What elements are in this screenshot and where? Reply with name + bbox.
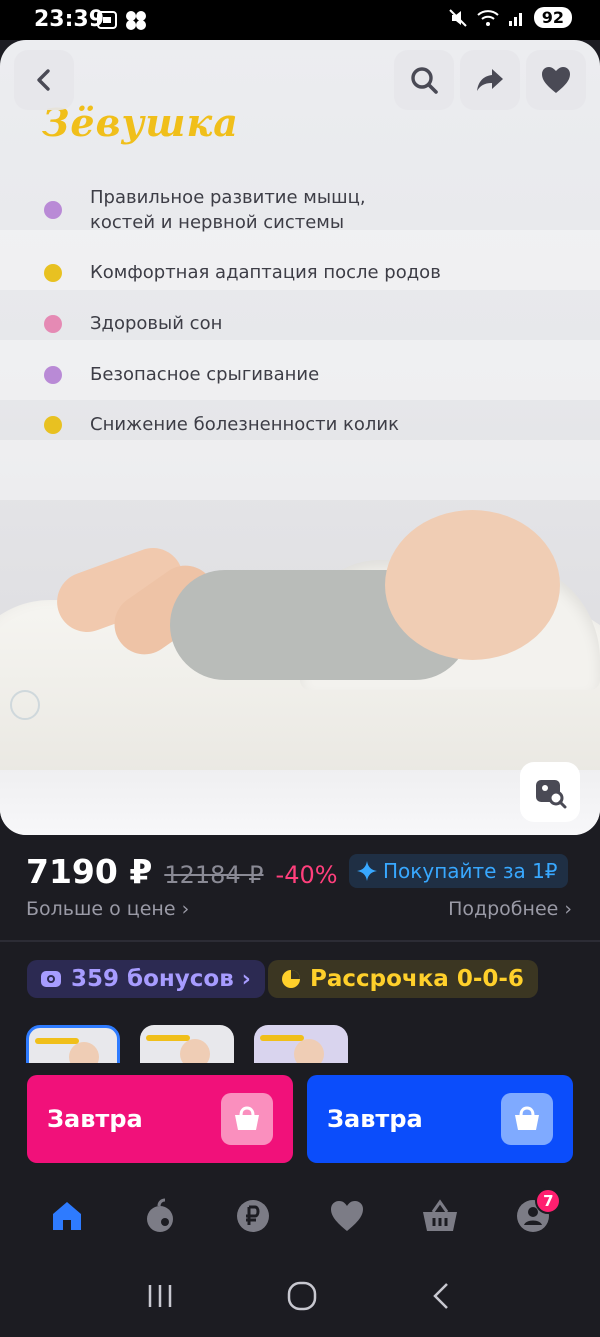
home-circle-icon[interactable] xyxy=(286,1280,318,1312)
thumbnail-baby xyxy=(180,1039,210,1063)
cta-label: Завтра xyxy=(47,1105,143,1133)
feature-item: Комфортная адаптация после родов xyxy=(44,260,504,285)
status-right: 92 xyxy=(448,7,572,28)
nav-ruble[interactable] xyxy=(223,1186,283,1246)
feature-item: Здоровый сон xyxy=(44,311,504,336)
details-label: Подробнее xyxy=(448,898,559,920)
buy-tomorrow-pink-button[interactable]: Завтра xyxy=(27,1075,293,1163)
catalog-icon xyxy=(146,1198,173,1232)
product-image[interactable]: Зёвушка Правильное развитие мышц, костей… xyxy=(0,40,600,835)
profile-badge: 7 xyxy=(535,1188,562,1214)
divider xyxy=(0,940,600,942)
basket-icon xyxy=(515,1106,539,1130)
discount-label: -40% xyxy=(275,861,338,889)
thumbnail-1[interactable] xyxy=(26,1025,120,1063)
feature-dot xyxy=(44,416,62,434)
price-row: 7190 ₽ 12184 ₽ -40% xyxy=(26,852,338,891)
installment-icon xyxy=(282,970,300,988)
bottom-nav: 7 xyxy=(0,1178,600,1254)
thumbnail-3[interactable] xyxy=(254,1025,348,1063)
thumbnail-band xyxy=(35,1038,79,1044)
bonus-chip[interactable]: 359 бонусов › xyxy=(27,960,265,998)
nav-home[interactable] xyxy=(37,1186,97,1246)
feature-item: Правильное развитие мышц, костей и нервн… xyxy=(44,185,374,235)
heart-icon xyxy=(542,67,570,93)
nav-favorites[interactable] xyxy=(317,1186,377,1246)
thumbnail-baby xyxy=(294,1039,324,1063)
cocoon-badge xyxy=(10,690,40,720)
chevron-right-icon: › xyxy=(181,898,190,920)
feature-text: Правильное развитие мышц, костей и нервн… xyxy=(90,187,366,233)
chevron-right-icon: › xyxy=(564,898,572,920)
chevron-right-icon: › xyxy=(241,966,251,992)
feature-dot xyxy=(44,264,62,282)
feature-text: Безопасное срыгивание xyxy=(90,364,320,385)
status-bar: 23:39 92 xyxy=(0,0,600,40)
home-icon xyxy=(52,1202,81,1230)
share-button[interactable] xyxy=(460,50,520,110)
thumbnail-2[interactable] xyxy=(140,1025,234,1063)
feature-dot xyxy=(44,201,62,219)
price-more-link[interactable]: Больше о цене › xyxy=(26,898,189,920)
installment-label: Рассрочка 0-0-6 xyxy=(310,966,524,992)
back-icon xyxy=(37,69,50,91)
apps-icon xyxy=(126,11,146,30)
feature-text: Комфортная адаптация после родов xyxy=(90,262,441,283)
system-nav xyxy=(0,1254,600,1337)
feature-item: Снижение болезненности колик xyxy=(44,412,504,437)
buy-tomorrow-blue-button[interactable]: Завтра xyxy=(307,1075,573,1163)
cart-icon xyxy=(422,1199,457,1231)
favorite-button[interactable] xyxy=(526,50,586,110)
thumbnail-band xyxy=(146,1035,190,1041)
thumbnail-band xyxy=(260,1035,304,1041)
status-time: 23:39 xyxy=(34,7,105,32)
current-price: 7190 ₽ xyxy=(26,852,153,891)
installment-chip[interactable]: Рассрочка 0-0-6 xyxy=(268,960,538,998)
heart-icon xyxy=(330,1201,363,1231)
basket-icon-box xyxy=(221,1093,273,1145)
signal-icon xyxy=(508,12,522,26)
bonus-label: 359 бонусов xyxy=(71,966,234,992)
baby-head xyxy=(385,510,560,660)
cta-label: Завтра xyxy=(327,1105,423,1133)
nav-catalog[interactable] xyxy=(130,1186,190,1246)
background-stripe xyxy=(0,440,600,500)
feature-text: Здоровый сон xyxy=(90,313,223,334)
feature-item: Безопасное срыгивание xyxy=(44,362,504,387)
status-left-icons xyxy=(96,9,148,31)
search-button[interactable] xyxy=(394,50,454,110)
camera-bonus-icon xyxy=(41,971,61,987)
feature-text: Снижение болезненности колик xyxy=(90,414,400,435)
feature-dot xyxy=(44,315,62,333)
bed-sheet xyxy=(0,770,600,835)
nav-cart[interactable] xyxy=(410,1186,470,1246)
wifi-icon xyxy=(477,9,499,26)
price-more-label: Больше о цене xyxy=(26,898,176,920)
back-button[interactable] xyxy=(14,50,74,110)
share-icon xyxy=(477,69,503,91)
promo-badge[interactable]: Покупайте за 1₽ xyxy=(349,854,568,888)
screenshot-icon xyxy=(97,11,117,29)
recent-apps-icon[interactable] xyxy=(145,1282,175,1310)
brand-logo: Зёвушка xyxy=(42,100,239,145)
thumbnail-baby xyxy=(69,1042,99,1063)
search-icon xyxy=(411,67,438,94)
image-search-icon xyxy=(536,780,567,809)
basket-icon-box xyxy=(501,1093,553,1145)
ruble-icon xyxy=(237,1200,270,1232)
thumbnail-strip xyxy=(26,1025,348,1063)
sparkle-icon xyxy=(357,861,377,881)
battery-indicator: 92 xyxy=(533,7,572,28)
back-nav-icon[interactable] xyxy=(429,1281,455,1311)
mute-icon xyxy=(449,8,467,27)
details-link[interactable]: Подробнее › xyxy=(448,898,572,920)
image-search-button[interactable] xyxy=(520,762,580,822)
nav-profile[interactable]: 7 xyxy=(503,1186,563,1246)
basket-icon xyxy=(235,1106,259,1130)
old-price: 12184 ₽ xyxy=(164,861,264,889)
promo-text: Покупайте за 1₽ xyxy=(383,859,558,883)
feature-dot xyxy=(44,366,62,384)
